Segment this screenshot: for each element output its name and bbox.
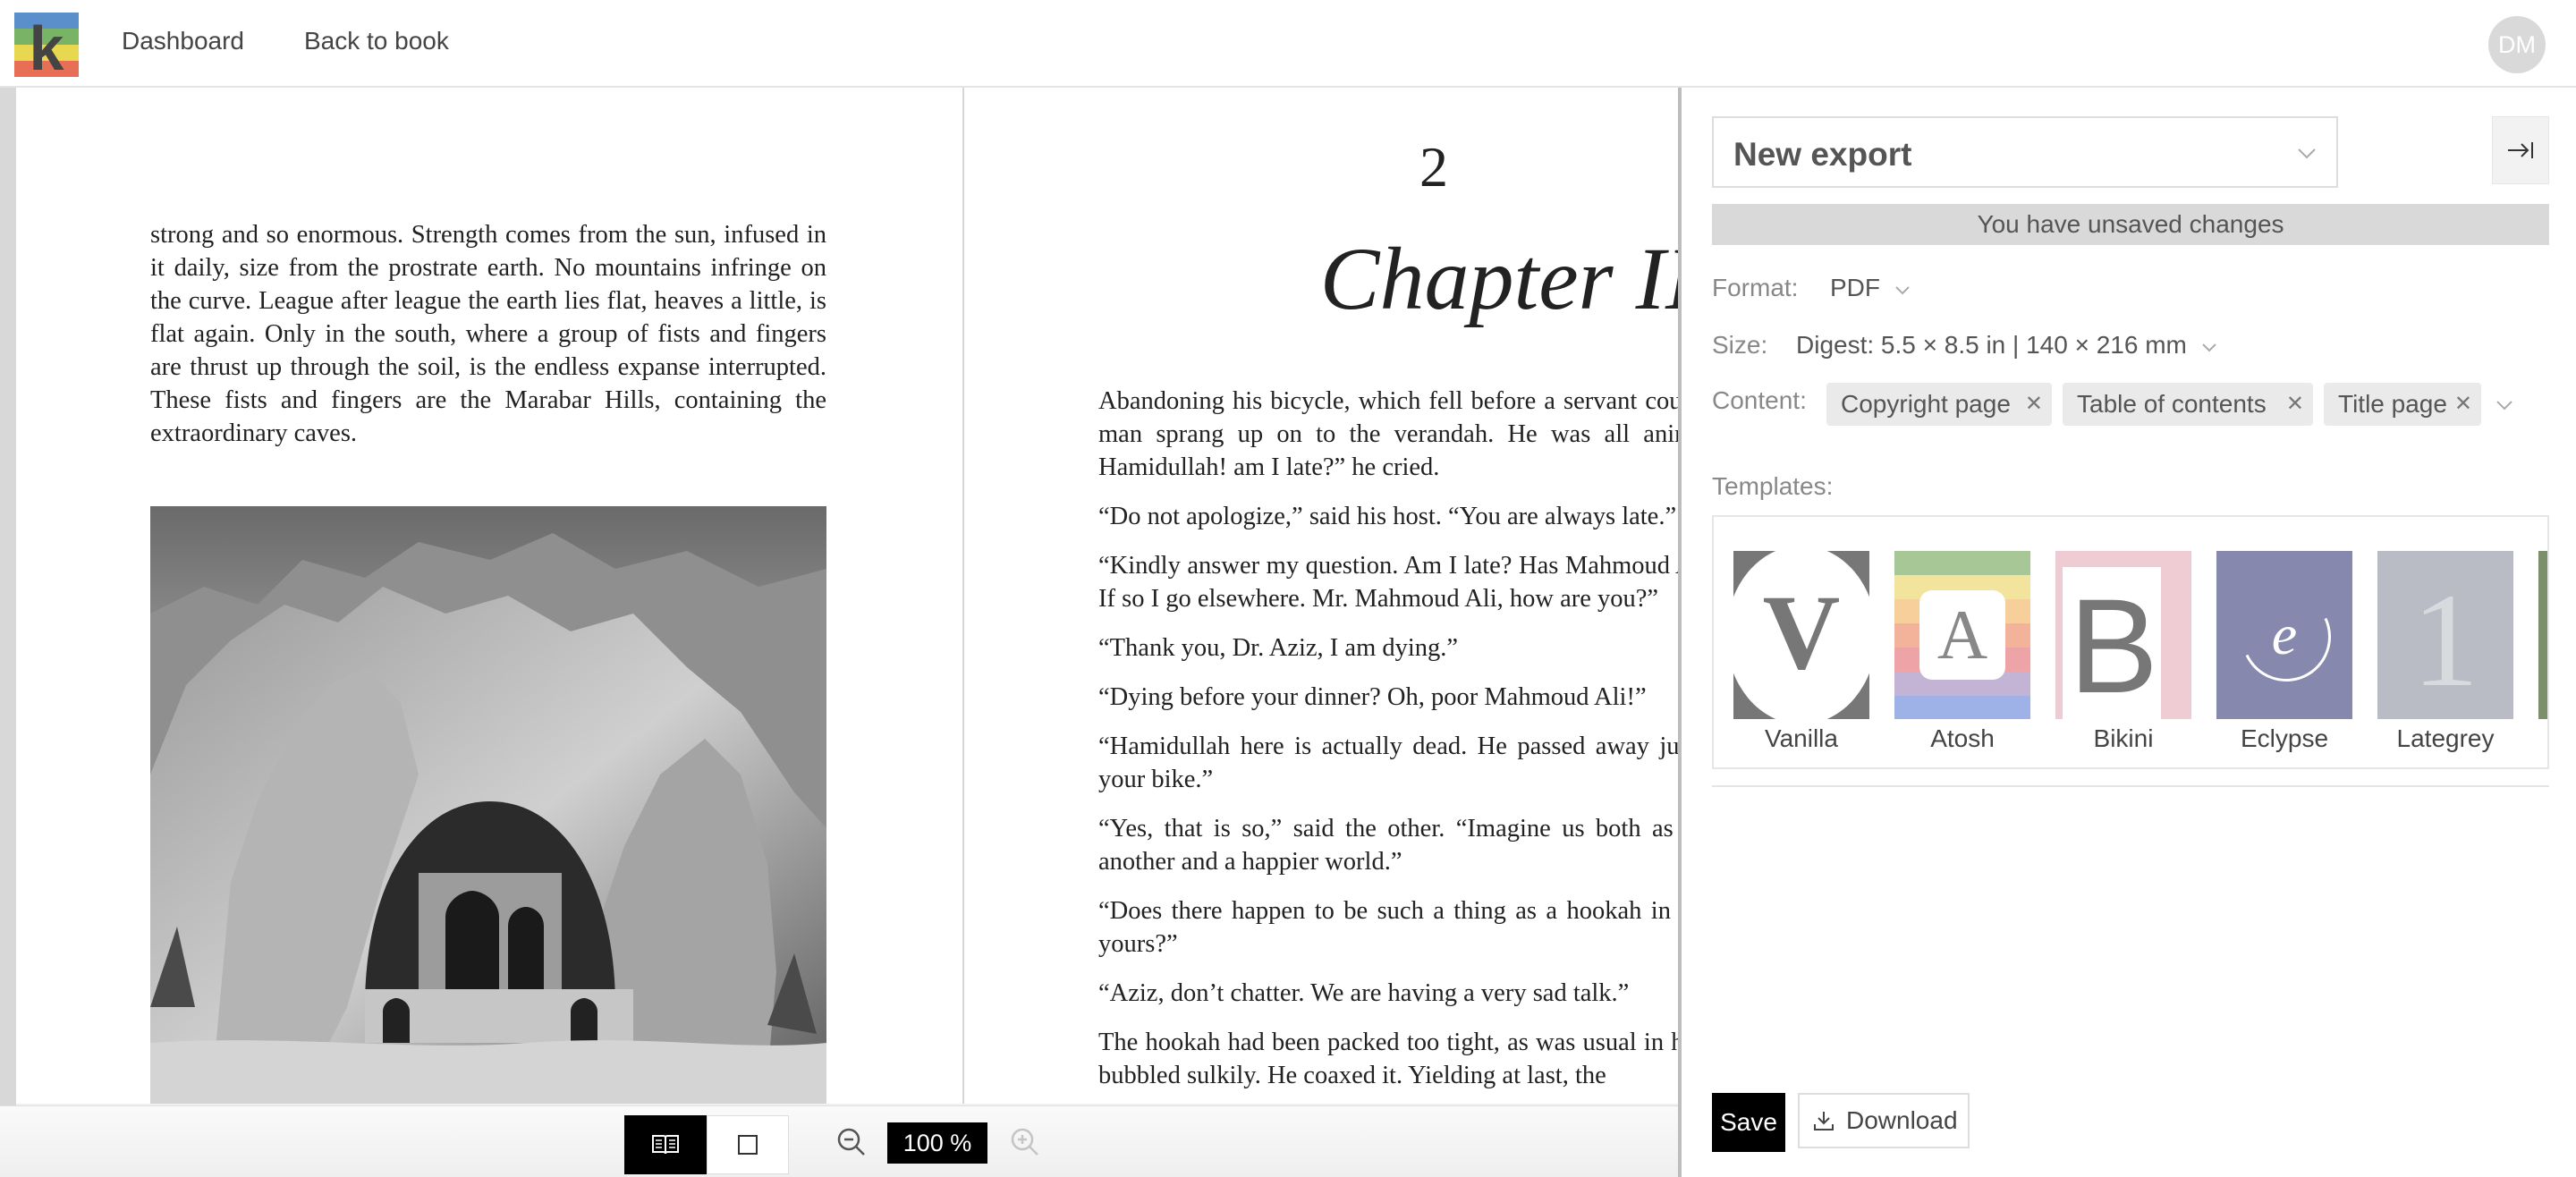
template-lategrey[interactable]: 1 Lategrey [2377,551,2513,753]
chevron-down-icon [2201,343,2216,352]
chapter-number: 2 [1419,135,1448,199]
chevron-down-icon [1895,285,1910,295]
template-thumbnail: B [2055,551,2191,719]
templates-gallery: V Vanilla A Atosh B Bikini e Eclypse 1 L… [1712,515,2549,769]
content-chip: Title page ✕ [2324,383,2481,426]
stripe [1894,551,2030,575]
spread-view-button[interactable] [624,1115,707,1174]
paragraph: “Hamidullah here is actually dead. He pa… [1098,732,1678,793]
format-select[interactable]: PDF [1830,274,1912,302]
template-thumbnail: V [1733,551,1869,719]
left-edge [0,88,16,1177]
download-button[interactable]: Download [1798,1093,1970,1148]
cave-temple-illustration [150,506,826,1104]
content-label: Content: [1712,386,1807,414]
stripe [1894,696,2030,719]
template-bikini[interactable]: B Bikini [2055,551,2191,753]
remove-chip-icon[interactable]: ✕ [2286,383,2304,426]
collapse-right-icon [2508,142,2533,158]
template-thumbnail: A [1894,551,2030,719]
template-atosh[interactable]: A Atosh [1894,551,2030,753]
paragraph: The hookah had been packed too tight, as… [1098,1029,1678,1089]
download-icon [1814,1112,1834,1130]
format-value: PDF [1830,274,1880,301]
size-select[interactable]: Digest: 5.5 × 8.5 in | 140 × 216 mm [1796,331,2219,360]
remove-chip-icon[interactable]: ✕ [2025,383,2043,426]
template-eclypse[interactable]: e Eclypse [2216,551,2352,753]
thumb-letter: e [2271,603,2298,666]
thumb-letter: V [1762,572,1841,691]
template-vanilla[interactable]: V Vanilla [1733,551,1869,753]
template-name: Eclypse [2240,724,2329,752]
template-name: Lategrey [2396,724,2495,752]
chevron-down-icon [2298,148,2316,159]
content-chip: Copyright page ✕ [1826,383,2052,426]
chapter-text: Abandoning his bicycle, which fell befor… [1098,385,1678,1104]
unsaved-changes-banner: You have unsaved changes [1712,204,2549,245]
size-value: Digest: 5.5 × 8.5 in | 140 × 216 mm [1796,331,2187,359]
export-select[interactable]: New export [1712,116,2338,188]
chapter-title: Chapter II [1319,229,1678,328]
template-name: Atosh [1930,724,1995,752]
template-name: Bikini [2093,724,2154,752]
remove-chip-icon[interactable]: ✕ [2454,383,2472,426]
zoom-out-icon[interactable] [835,1126,868,1158]
panel-divider [1712,785,2549,787]
chip-label: Copyright page [1841,390,2011,418]
single-page-view-button[interactable] [707,1115,789,1174]
content-chip: Table of contents ✕ [2063,383,2313,426]
template-name: Vanilla [1765,724,1838,752]
preview-toolbar: 100 % [0,1105,1678,1177]
chip-label: Table of contents [2077,390,2267,418]
top-bar: k Dashboard Back to book DM [0,0,2576,88]
dashboard-link[interactable]: Dashboard [122,27,244,55]
size-label: Size: [1712,331,1768,359]
back-to-book-link[interactable]: Back to book [304,27,449,55]
collapse-panel-button[interactable] [2492,116,2549,184]
thumb-letter: 1 [2411,566,2479,715]
book-preview: strong and so enormous. Strength comes f… [0,88,1678,1177]
paragraph: “Dying before your dinner? Oh, poor Mahm… [1098,683,1647,711]
templates-label: Templates: [1712,472,1834,500]
paragraph: “Kindly answer my question. Am I late? H… [1098,552,1678,613]
save-button[interactable]: Save [1712,1093,1785,1152]
template-thumbnail: 1 [2377,551,2513,719]
single-page-icon [738,1135,758,1155]
thumb-letter: B [2068,571,2159,719]
zoom-level[interactable]: 100 % [887,1122,987,1164]
download-label: Download [1846,1106,1958,1134]
template-next-peek[interactable] [2538,551,2547,719]
paragraph: “Aziz, don’t chatter. We are having a ve… [1098,979,1630,1007]
export-panel: New export You have unsaved changes Form… [1678,88,2576,1177]
logo-letter: k [29,13,64,77]
left-page-text: strong and so enormous. Strength comes f… [150,221,826,447]
chip-label: Title page [2338,390,2447,418]
zoom-in-icon[interactable] [1009,1126,1041,1158]
right-page: 2 Chapter II Abandoning his bicycle, whi… [964,88,1678,1104]
left-page: strong and so enormous. Strength comes f… [16,88,962,1104]
paragraph: “Yes, that is so,” said the other. “Imag… [1098,815,1678,876]
paragraph: “Do not apologize,” said his host. “You … [1098,503,1677,530]
format-label: Format: [1712,274,1799,301]
app-logo[interactable]: k [14,13,79,77]
content-dropdown-icon[interactable] [2494,395,2515,415]
paragraph: “Thank you, Dr. Aziz, I am dying.” [1098,634,1459,662]
paragraph: “Does there happen to be such a thing as… [1098,897,1678,958]
book-spread-icon [652,1135,679,1155]
thumb-letter: A [1919,590,2005,680]
user-avatar[interactable]: DM [2488,16,2546,73]
template-thumbnail: e [2216,551,2352,719]
paragraph: Abandoning his bicycle, which fell befor… [1098,387,1678,481]
export-name: New export [1733,136,1912,173]
